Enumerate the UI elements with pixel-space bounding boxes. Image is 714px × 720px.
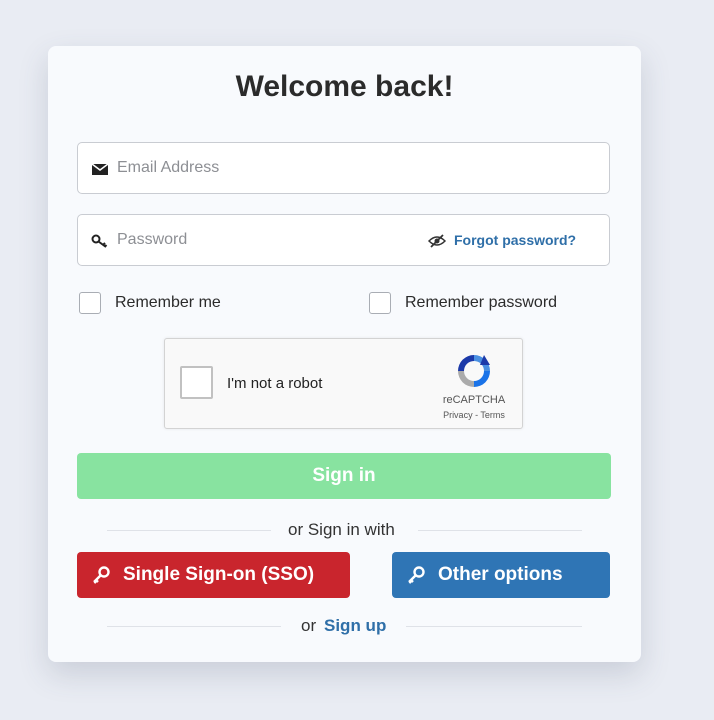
- recaptcha-terms-link[interactable]: Terms: [480, 410, 505, 420]
- divider-right: [418, 530, 582, 531]
- key-icon: [93, 566, 110, 584]
- recaptcha-checkbox[interactable]: [180, 366, 213, 399]
- login-card: Welcome back! Email Address Password For…: [48, 46, 641, 662]
- other-options-label: Other options: [438, 564, 563, 585]
- forgot-password-link[interactable]: Forgot password?: [454, 232, 576, 248]
- envelope-icon: [91, 163, 109, 175]
- recaptcha-logo-icon: [458, 355, 490, 387]
- signup-prefix: or: [301, 616, 317, 635]
- remember-password-row[interactable]: Remember password: [369, 292, 557, 314]
- remember-me-row[interactable]: Remember me: [79, 292, 221, 314]
- remember-password-checkbox[interactable]: [369, 292, 391, 314]
- divider-right-2: [406, 626, 582, 627]
- divider-left-2: [107, 626, 281, 627]
- page-title: Welcome back!: [235, 70, 454, 103]
- divider-left: [107, 530, 271, 531]
- remember-me-label: Remember me: [115, 294, 221, 311]
- recaptcha-privacy-link[interactable]: Privacy: [443, 410, 473, 420]
- password-field[interactable]: Password Forgot password?: [77, 214, 610, 266]
- password-placeholder: Password: [117, 231, 188, 248]
- eye-slash-icon[interactable]: [428, 234, 446, 248]
- key-icon: [91, 234, 108, 248]
- recaptcha-widget: I'm not a robot reCAPTCHA Privacy - Term…: [164, 338, 523, 429]
- remember-password-label: Remember password: [405, 294, 558, 311]
- email-field[interactable]: Email Address: [77, 142, 610, 194]
- recaptcha-brand: reCAPTCHA: [442, 394, 506, 406]
- sign-up-link[interactable]: Sign up: [324, 616, 386, 636]
- sso-button-label: Single Sign-on (SSO): [123, 564, 315, 585]
- other-options-button[interactable]: Other options: [392, 552, 610, 598]
- remember-me-checkbox[interactable]: [79, 292, 101, 314]
- key-icon: [408, 566, 425, 584]
- alt-signin-divider-text: or Sign in with: [288, 520, 395, 539]
- sso-button[interactable]: Single Sign-on (SSO): [77, 552, 350, 598]
- sign-in-button[interactable]: Sign in: [77, 453, 611, 499]
- recaptcha-links: Privacy - Terms: [429, 410, 519, 420]
- recaptcha-label: I'm not a robot: [227, 375, 323, 392]
- email-placeholder: Email Address: [117, 159, 220, 176]
